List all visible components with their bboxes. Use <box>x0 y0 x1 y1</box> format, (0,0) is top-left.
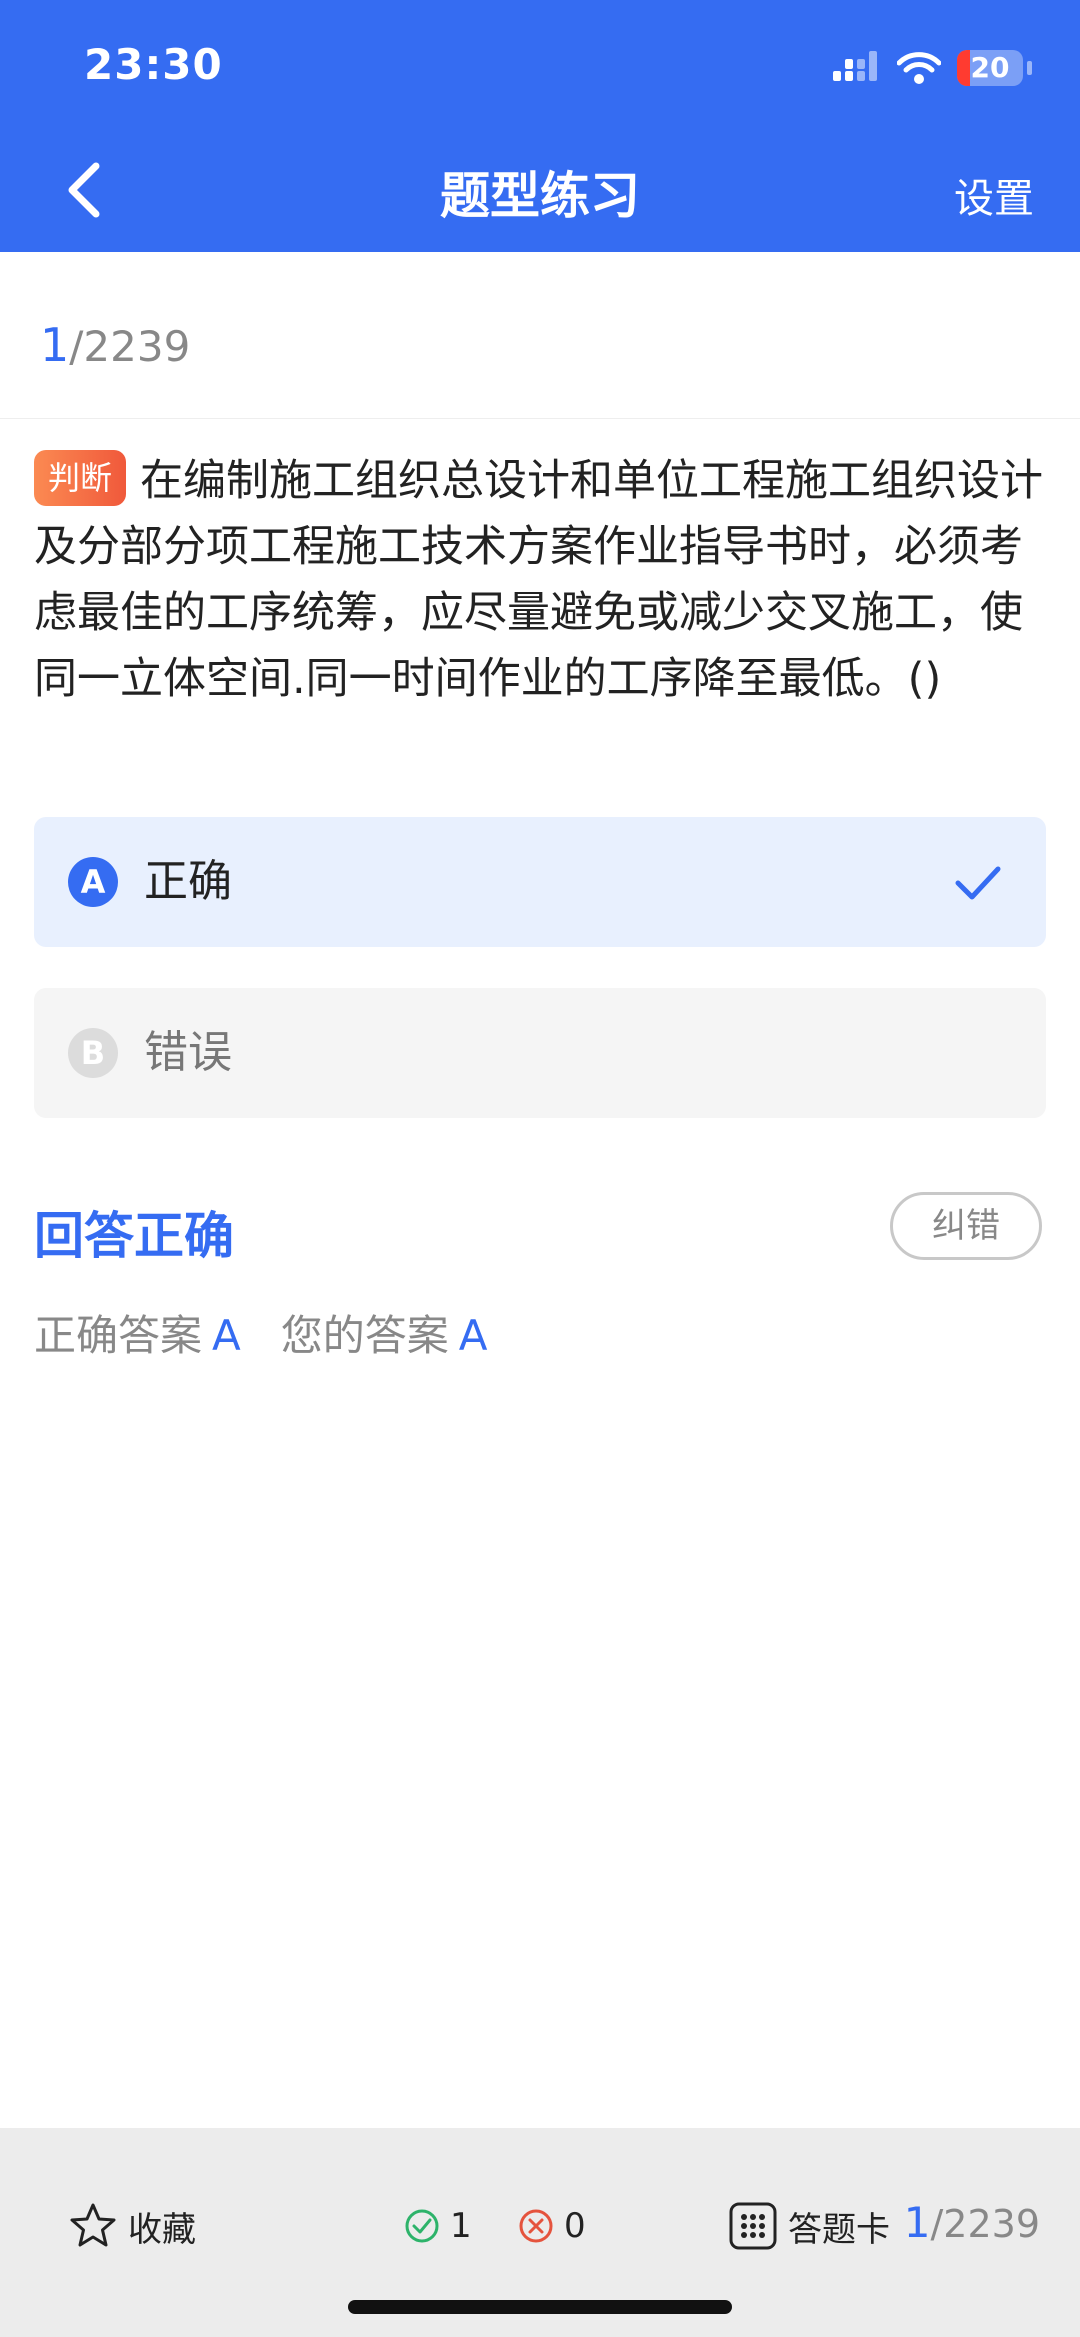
option-letter-a: A <box>68 857 118 907</box>
wrong-count-value: 0 <box>564 2206 586 2246</box>
home-indicator <box>348 2300 732 2314</box>
bottom-progress: 1/2239 <box>904 2198 1040 2247</box>
option-a[interactable]: A 正确 <box>34 817 1046 947</box>
answer-card-label: 答题卡 <box>788 2209 890 2250</box>
page-title: 题型练习 <box>440 167 640 225</box>
wifi-icon <box>897 52 941 84</box>
bottom-progress-current: 1 <box>903 2198 931 2247</box>
favorite-label: 收藏 <box>128 2209 196 2250</box>
question-text: 在编制施工组织总设计和单位工程施工组织设计及分部分项工程施工技术方案作业指导书时… <box>34 456 1044 704</box>
battery-icon: 20 <box>957 50 1023 86</box>
right-count-value: 1 <box>450 2206 472 2246</box>
wrong-count: 0 <box>518 2198 586 2254</box>
answer-card-button[interactable]: 答题卡 <box>728 2198 890 2254</box>
question-type-tag: 判断 <box>34 450 127 506</box>
favorite-button[interactable]: 收藏 <box>68 2198 196 2254</box>
star-icon <box>70 2203 116 2247</box>
result-title: 回答正确 <box>34 1207 234 1265</box>
option-text-a: 正确 <box>144 856 232 907</box>
your-answer-label: 您的答案 <box>280 1311 449 1360</box>
bottom-progress-total: /2239 <box>930 2202 1040 2246</box>
app-header: 23:30 20 题型练习 设置 <box>0 0 1080 252</box>
signal-icon <box>833 51 877 81</box>
option-text-b: 错误 <box>144 1027 232 1078</box>
check-circle-icon <box>405 2209 439 2243</box>
settings-button[interactable]: 设置 <box>954 166 1034 224</box>
cross-circle-icon <box>519 2209 553 2243</box>
status-time: 23:30 <box>84 40 223 89</box>
answer-summary: 正确答案 A 您的答案 A <box>34 1302 488 1363</box>
right-count: 1 <box>404 2198 472 2254</box>
option-letter-b: B <box>68 1028 118 1078</box>
correct-answer-value: A <box>212 1311 241 1360</box>
answer-card-icon <box>729 2202 777 2250</box>
progress-current: 1 <box>40 318 70 372</box>
question-block: 判断 在编制施工组织总设计和单位工程施工组织设计及分部分项工程施工技术方案作业指导… <box>34 448 1046 712</box>
progress-total: /2239 <box>69 322 191 371</box>
option-b[interactable]: B 错误 <box>34 988 1046 1118</box>
check-icon <box>955 866 1001 900</box>
correct-answer-label: 正确答案 <box>34 1311 203 1360</box>
progress-row: 1/2239 <box>0 252 1080 419</box>
your-answer-value: A <box>458 1311 488 1360</box>
question-progress: 1/2239 <box>40 318 190 372</box>
report-error-button[interactable]: 纠错 <box>890 1192 1042 1260</box>
battery-level: 20 <box>970 51 1010 84</box>
status-icons: 20 <box>833 48 1032 88</box>
